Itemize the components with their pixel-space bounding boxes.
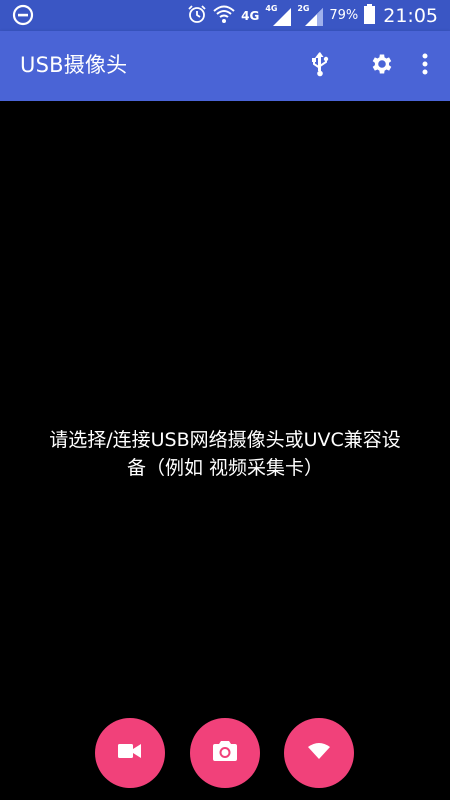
overflow-menu-button[interactable] bbox=[410, 44, 440, 88]
wifi-icon bbox=[213, 4, 235, 28]
wifi-icon bbox=[308, 743, 330, 763]
signal-icon: 4G bbox=[265, 4, 292, 26]
battery-percent: 79% bbox=[329, 8, 359, 23]
empty-state-message: 请选择/连接USB网络摄像头或UVC兼容设 备（例如 视频采集卡） bbox=[10, 426, 440, 482]
signal-icon: 2G bbox=[297, 4, 324, 26]
usb-icon bbox=[309, 51, 331, 81]
video-camera-icon bbox=[118, 743, 142, 763]
settings-button[interactable] bbox=[360, 44, 404, 88]
settings-icon bbox=[369, 51, 395, 81]
camera-icon bbox=[213, 740, 237, 766]
app-bar: USB摄像头 bbox=[0, 31, 450, 101]
message-line: 请选择/连接USB网络摄像头或UVC兼容设 bbox=[49, 429, 401, 451]
alarm-icon bbox=[187, 4, 207, 28]
camera-preview: 请选择/连接USB网络摄像头或UVC兼容设 备（例如 视频采集卡） bbox=[0, 101, 450, 800]
status-bar: 4G 4G 2G 79% 21:05 bbox=[0, 0, 450, 31]
network-type-label: 4G bbox=[241, 8, 260, 23]
fab-row bbox=[0, 718, 450, 788]
dnd-icon bbox=[12, 4, 34, 30]
network-stream-button[interactable] bbox=[284, 718, 354, 788]
take-photo-button[interactable] bbox=[190, 718, 260, 788]
app-title: USB摄像头 bbox=[20, 53, 128, 77]
message-line: 备（例如 视频采集卡） bbox=[126, 457, 324, 479]
overflow-menu-icon bbox=[422, 53, 428, 79]
status-time: 21:05 bbox=[383, 4, 438, 27]
battery-icon bbox=[364, 3, 376, 28]
usb-button[interactable] bbox=[298, 44, 342, 88]
record-video-button[interactable] bbox=[95, 718, 165, 788]
